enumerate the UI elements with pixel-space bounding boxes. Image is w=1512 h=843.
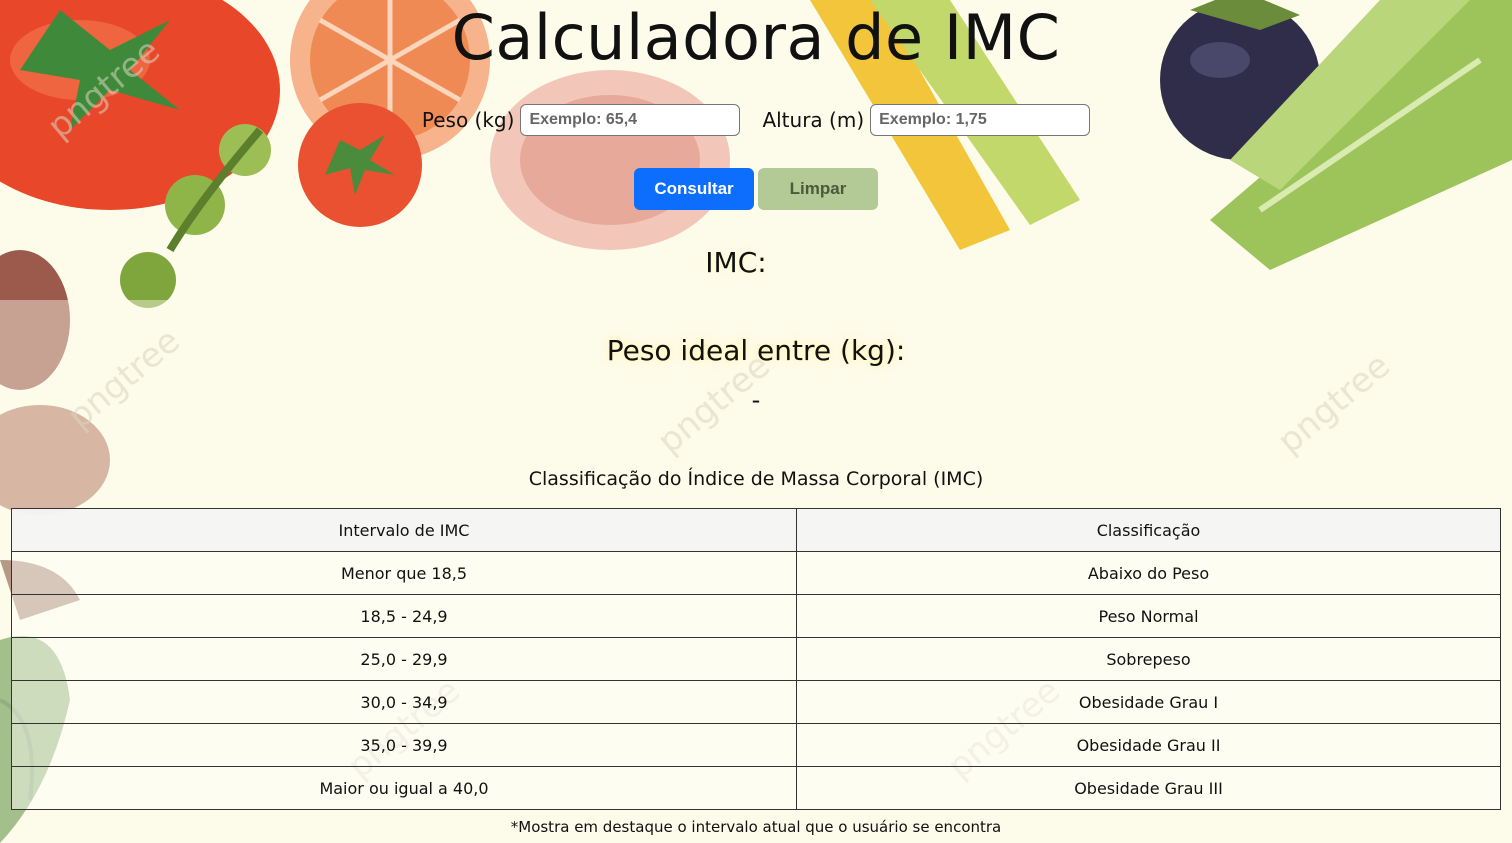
classification-table: Intervalo de IMC Classificação Menor que… [11, 508, 1501, 810]
page-title: Calculadora de IMC [451, 1, 1061, 74]
classification-cell: Obesidade Grau II [796, 723, 1501, 767]
table-row: 25,0 - 29,9 Sobrepeso [11, 637, 1501, 681]
input-form: Peso (kg) Altura (m) [0, 104, 1512, 136]
height-input[interactable] [870, 104, 1091, 136]
classification-cell: Abaixo do Peso [796, 551, 1501, 595]
range-cell: 18,5 - 24,9 [11, 594, 797, 638]
classification-cell: Obesidade Grau III [796, 766, 1501, 810]
header-classification: Classificação [796, 508, 1501, 552]
classification-table-title: Classificação do Índice de Massa Corpora… [528, 468, 984, 490]
table-row: 18,5 - 24,9 Peso Normal [11, 594, 1501, 638]
range-cell: Menor que 18,5 [11, 551, 797, 595]
ideal-weight-value: - [751, 386, 761, 414]
range-cell: 30,0 - 34,9 [11, 680, 797, 724]
table-row: Maior ou igual a 40,0 Obesidade Grau III [11, 766, 1501, 810]
classification-cell: Obesidade Grau I [796, 680, 1501, 724]
range-cell: 35,0 - 39,9 [11, 723, 797, 767]
button-row: Consultar Limpar [0, 168, 1512, 210]
header-range: Intervalo de IMC [11, 508, 797, 552]
weight-label: Peso (kg) [421, 108, 515, 132]
calculate-button[interactable]: Consultar [634, 168, 754, 210]
page-content: Calculadora de IMC Peso (kg) Altura (m) … [0, 0, 1512, 843]
table-footnote: *Mostra em destaque o intervalo atual qu… [510, 818, 1002, 836]
classification-cell: Sobrepeso [796, 637, 1501, 681]
weight-input[interactable] [520, 104, 741, 136]
table-header-row: Intervalo de IMC Classificação [11, 508, 1501, 552]
classification-cell: Peso Normal [796, 594, 1501, 638]
range-cell: Maior ou igual a 40,0 [11, 766, 797, 810]
ideal-weight-label: Peso ideal entre (kg): [606, 334, 906, 367]
range-cell: 25,0 - 29,9 [11, 637, 797, 681]
height-label: Altura (m) [762, 108, 865, 132]
table-row: 30,0 - 34,9 Obesidade Grau I [11, 680, 1501, 724]
clear-button[interactable]: Limpar [758, 168, 878, 210]
imc-result-label: IMC: [705, 246, 767, 279]
table-row: Menor que 18,5 Abaixo do Peso [11, 551, 1501, 595]
table-row: 35,0 - 39,9 Obesidade Grau II [11, 723, 1501, 767]
